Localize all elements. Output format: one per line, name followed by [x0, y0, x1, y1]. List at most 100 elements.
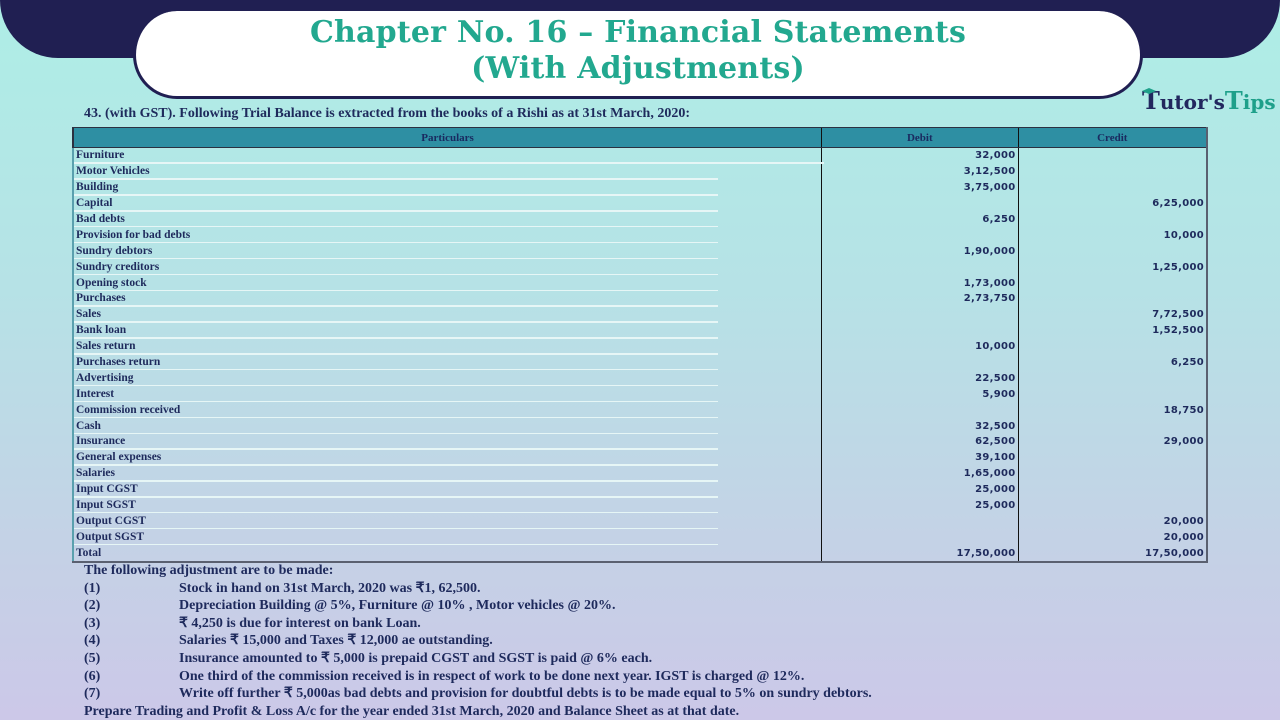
particular-cell: Furniture — [72, 147, 824, 164]
adjustment-text: ₹ 4,250 is due for interest on bank Loan… — [179, 615, 421, 631]
table-row: Commission received 18,750 — [72, 402, 1208, 419]
adjustment-number: (2) — [84, 598, 101, 614]
particular-label: Salaries — [76, 467, 115, 480]
particular-cell: Opening stock — [72, 275, 822, 292]
adjustment-item: (6) One third of the commission received … — [84, 668, 1234, 686]
particular-label: Input CGST — [76, 483, 138, 496]
particular-cell: Salaries — [72, 465, 822, 482]
credit-cell: 7,72,500 — [1017, 306, 1208, 323]
particular-label: Sundry creditors — [76, 260, 160, 273]
particular-label: Purchases — [76, 292, 126, 305]
column-header-debit: Debit — [821, 127, 1019, 148]
adjustments-heading: The following adjustment are to be made: — [84, 563, 334, 578]
credit-cell — [1017, 338, 1208, 355]
particular-label: Sales return — [76, 340, 136, 353]
particular-cell: Sundry debtors — [72, 243, 822, 260]
credit-cell — [1017, 386, 1208, 403]
credit-cell — [1017, 179, 1208, 196]
credit-cell: 1,52,500 — [1017, 322, 1208, 339]
graduation-cap-icon — [1142, 88, 1156, 94]
table-row: Advertising 22,500 — [72, 370, 1208, 387]
adjustment-number: (6) — [84, 668, 101, 684]
particular-label: Interest — [76, 387, 115, 400]
debit-cell — [821, 306, 1019, 323]
credit-cell: 18,750 — [1017, 402, 1208, 419]
table-row: Salaries 1,65,000 — [72, 465, 1208, 482]
credit-cell — [1017, 275, 1208, 292]
particular-label: Purchases return — [76, 356, 161, 369]
debit-cell — [821, 322, 1019, 339]
particular-cell: Output CGST — [72, 513, 822, 530]
particular-cell: Advertising — [72, 370, 822, 387]
debit-cell: 1,65,000 — [821, 465, 1019, 482]
particular-cell: Output SGST — [72, 529, 822, 546]
question-text: 43. (with GST). Following Trial Balance … — [84, 106, 690, 121]
credit-cell: 6,25,000 — [1017, 195, 1208, 212]
particular-label: Bad debts — [76, 213, 125, 225]
adjustment-number: (5) — [84, 650, 101, 666]
table-row: Opening stock 1,73,000 — [72, 275, 1208, 292]
particular-label: Advertising — [76, 371, 134, 384]
table-header-row: Particulars Debit Credit — [72, 127, 1208, 148]
credit-cell — [1017, 418, 1208, 435]
particular-cell: Purchases — [72, 291, 822, 307]
table-row: Bad debts 6,250 — [72, 211, 1208, 228]
particular-label: Insurance — [76, 435, 126, 448]
adjustment-text: Insurance amounted to ₹ 5,000 is prepaid… — [179, 650, 653, 666]
debit-cell — [821, 513, 1019, 530]
particular-label: Total — [76, 546, 102, 559]
particular-cell: Cash — [72, 418, 822, 435]
adjustment-number: (1) — [84, 580, 101, 596]
table-row: Bank loan 1,52,500 — [72, 322, 1208, 339]
table-row: Sundry debtors 1,90,000 — [72, 243, 1208, 260]
particular-label: Furniture — [76, 149, 125, 162]
credit-cell: 10,000 — [1017, 227, 1208, 244]
table-row: Motor Vehicles 3,12,500 — [72, 163, 1208, 180]
particular-cell: Capital — [72, 195, 822, 212]
particular-label: Opening stock — [76, 276, 147, 289]
particular-cell: Total — [72, 545, 822, 564]
credit-cell: 20,000 — [1017, 513, 1208, 530]
adjustment-item: (7) Write off further ₹ 5,000as bad debts… — [84, 685, 1234, 703]
debit-cell: 1,90,000 — [821, 243, 1019, 260]
debit-cell — [821, 354, 1019, 371]
credit-cell — [1017, 211, 1208, 228]
table-row: Sales return 10,000 — [72, 338, 1208, 355]
table-row: Provision for bad debts 10,000 — [72, 227, 1208, 244]
adjustment-text: One third of the commission received is … — [179, 668, 805, 684]
table-row: Interest 5,900 — [72, 386, 1208, 403]
particular-cell: Insurance — [72, 434, 822, 450]
particular-label: Output CGST — [76, 514, 146, 527]
debit-cell: 3,75,000 — [821, 179, 1019, 196]
particular-label: Sales — [76, 308, 101, 321]
adjustment-text: Depreciation Building @ 5%, Furniture @ … — [179, 598, 616, 614]
adjustment-item: (5) Insurance amounted to ₹ 5,000 is prep… — [84, 650, 1234, 668]
adjustment-number: (4) — [84, 633, 101, 649]
particular-cell: Motor Vehicles — [72, 163, 822, 180]
table-row: Capital 6,25,000 — [72, 195, 1208, 212]
particular-cell: Bad debts — [72, 211, 822, 228]
credit-cell — [1017, 481, 1208, 498]
page-subtitle: (With Adjustments) — [471, 51, 805, 86]
table-row: Building 3,75,000 — [72, 179, 1208, 196]
table-row: Output SGST 20,000 — [72, 529, 1208, 546]
particular-label: Cash — [76, 419, 101, 432]
trial-balance-body: Furniture 32,000 Motor Vehicles 3,12,500 Bui… — [72, 147, 1208, 564]
particular-cell: Sundry creditors — [72, 259, 822, 276]
particular-cell: General expenses — [72, 449, 822, 466]
adjustment-item: (1) Stock in hand on 31st March, 2020 was… — [84, 580, 1234, 598]
particular-label: Motor Vehicles — [76, 165, 150, 178]
debit-cell — [821, 529, 1019, 546]
particular-cell: Purchases return — [72, 354, 822, 371]
particular-label: Bank loan — [76, 324, 127, 337]
credit-cell: 20,000 — [1017, 529, 1208, 546]
debit-cell: 1,73,000 — [821, 275, 1019, 292]
tutors-tips-logo: Tutor'sTips — [1142, 86, 1276, 115]
page-title: Chapter No. 16 – Financial Statements — [309, 15, 967, 50]
particular-label: General expenses — [76, 451, 162, 464]
table-row: Furniture 32,000 — [72, 147, 1208, 164]
adjustment-text: Stock in hand on 31st March, 2020 was ₹1… — [179, 580, 481, 596]
credit-cell: 6,250 — [1017, 354, 1208, 371]
particular-label: Provision for bad debts — [76, 228, 191, 241]
debit-cell: 62,500 — [821, 434, 1019, 450]
